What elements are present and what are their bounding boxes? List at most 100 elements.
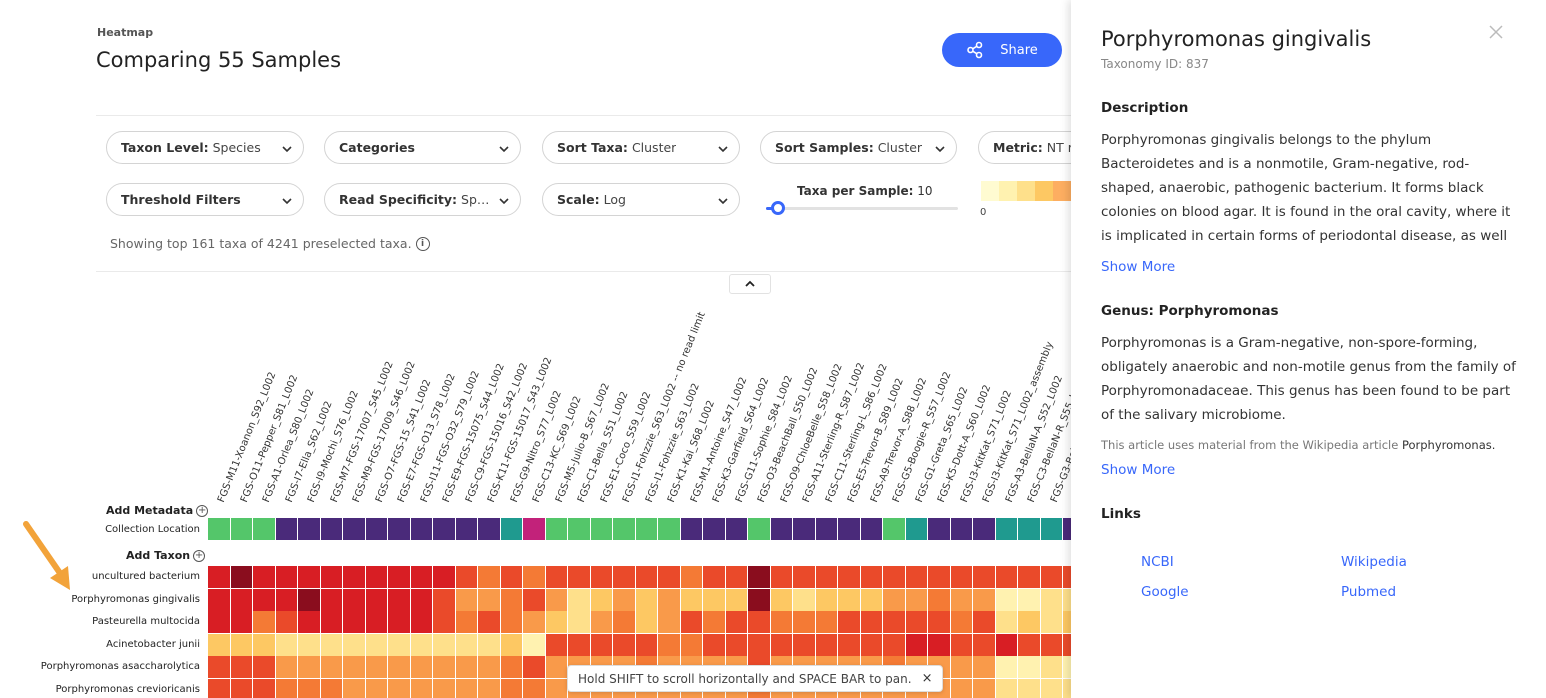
heatmap-cell[interactable] [365,656,387,678]
heatmap-cell[interactable] [365,588,387,611]
metadata-cell[interactable] [208,518,230,540]
sample-column-label[interactable]: FGS-K11-FGS-15017_S43_L002 [486,356,554,504]
heatmap-cell[interactable] [230,678,252,698]
heatmap-cell[interactable] [613,611,635,633]
heatmap-cell[interactable] [343,633,365,656]
heatmap-cell[interactable] [703,588,725,611]
sample-column-label[interactable]: FGS-M9-FGS-17009_S46_L002 [351,360,418,504]
heatmap-cell[interactable] [725,588,747,611]
heatmap-cell[interactable] [568,566,590,588]
heatmap-cell[interactable] [883,633,905,656]
heatmap-cell[interactable] [1018,633,1040,656]
heatmap-cell[interactable] [905,633,927,656]
sample-column-label[interactable]: FGS-O11-Pepper_S81_L002 [239,373,300,504]
metadata-cell[interactable] [635,518,657,540]
heatmap-cell[interactable] [455,656,477,678]
heatmap-cell[interactable] [545,656,567,678]
heatmap-cell[interactable] [680,588,702,611]
heatmap-cell[interactable] [545,678,567,698]
heatmap-cell[interactable] [1040,566,1062,588]
heatmap-cell[interactable] [793,588,815,611]
heatmap-cell[interactable] [320,566,342,588]
info-icon[interactable]: i [415,236,430,251]
heatmap-cell[interactable] [928,566,950,588]
metadata-cell[interactable] [275,518,297,540]
taxon-row-label[interactable]: Pasteurella multocida [92,616,200,627]
heatmap-cell[interactable] [433,611,455,633]
heatmap-cell[interactable] [388,566,410,588]
heatmap-cell[interactable] [838,611,860,633]
metadata-cell[interactable] [365,518,387,540]
heatmap-cell[interactable] [410,633,432,656]
heatmap-cell[interactable] [365,678,387,698]
metadata-cell[interactable] [320,518,342,540]
taxon-row-label[interactable]: Porphyromonas gingivalis [71,594,200,605]
heatmap-cell[interactable] [298,633,320,656]
heatmap-cell[interactable] [433,588,455,611]
heatmap-cell[interactable] [635,566,657,588]
heatmap-cell[interactable] [1040,656,1062,678]
heatmap-cell[interactable] [680,611,702,633]
heatmap-cell[interactable] [253,566,275,588]
heatmap-cell[interactable] [770,633,792,656]
heatmap-cell[interactable] [478,588,500,611]
metadata-cell[interactable] [298,518,320,540]
heatmap-cell[interactable] [275,588,297,611]
metadata-cell[interactable] [410,518,432,540]
slider-track[interactable] [766,207,958,210]
heatmap-cell[interactable] [320,678,342,698]
heatmap-cell[interactable] [320,588,342,611]
heatmap-cell[interactable] [410,656,432,678]
heatmap-cell[interactable] [928,611,950,633]
heatmap-cell[interactable] [523,656,545,678]
metadata-cell[interactable] [793,518,815,540]
heatmap-cell[interactable] [433,656,455,678]
heatmap-cell[interactable] [230,633,252,656]
heatmap-cell[interactable] [995,588,1017,611]
heatmap-cell[interactable] [1018,588,1040,611]
heatmap-cell[interactable] [838,588,860,611]
pubmed-link[interactable]: Pubmed [1341,584,1396,600]
heatmap-cell[interactable] [208,588,230,611]
heatmap-cell[interactable] [410,588,432,611]
sample-column-label[interactable]: FGS-C13-KC_S69_L002 [531,395,584,504]
heatmap-cell[interactable] [995,611,1017,633]
heatmap-cell[interactable] [793,611,815,633]
heatmap-cell[interactable] [320,633,342,656]
heatmap-cell[interactable] [1063,633,1071,656]
sample-column-label[interactable]: FGS-M7-FGS-17007_S45_L002 [329,360,396,504]
heatmap-cell[interactable] [793,566,815,588]
heatmap-cell[interactable] [230,656,252,678]
heatmap-cell[interactable] [320,656,342,678]
threshold-filters-dropdown[interactable]: Threshold Filters [106,183,304,216]
metadata-cell[interactable] [590,518,612,540]
collapse-controls-button[interactable] [729,274,771,294]
heatmap-cell[interactable] [253,611,275,633]
heatmap-cell[interactable] [275,633,297,656]
metadata-cell[interactable] [658,518,680,540]
heatmap-cell[interactable] [1063,656,1071,678]
heatmap-cell[interactable] [208,656,230,678]
sample-column-label[interactable]: FGS-I9-Mochi_S76_L002 [306,389,361,504]
metadata-cell[interactable] [1018,518,1040,540]
metadata-cell[interactable] [455,518,477,540]
show-more-genus-link[interactable]: Show More [1101,462,1175,478]
heatmap-cell[interactable] [703,611,725,633]
heatmap-cell[interactable] [253,678,275,698]
heatmap-cell[interactable] [545,566,567,588]
heatmap-cell[interactable] [365,566,387,588]
heatmap-cell[interactable] [815,588,837,611]
heatmap-cell[interactable] [343,656,365,678]
metadata-cell[interactable] [770,518,792,540]
heatmap-cell[interactable] [928,633,950,656]
heatmap-cell[interactable] [1040,611,1062,633]
heatmap-cell[interactable] [455,588,477,611]
metadata-cell[interactable] [478,518,500,540]
sample-column-label[interactable]: FGS-I1-Fohzzie_S63_L002 [644,382,702,504]
metadata-cell[interactable] [545,518,567,540]
share-button[interactable]: Share [942,33,1062,67]
metadata-cell[interactable] [388,518,410,540]
heatmap-cell[interactable] [388,656,410,678]
sample-column-label[interactable]: FGS-C1-Bella_S51_L002 [576,390,631,504]
heatmap-cell[interactable] [568,588,590,611]
